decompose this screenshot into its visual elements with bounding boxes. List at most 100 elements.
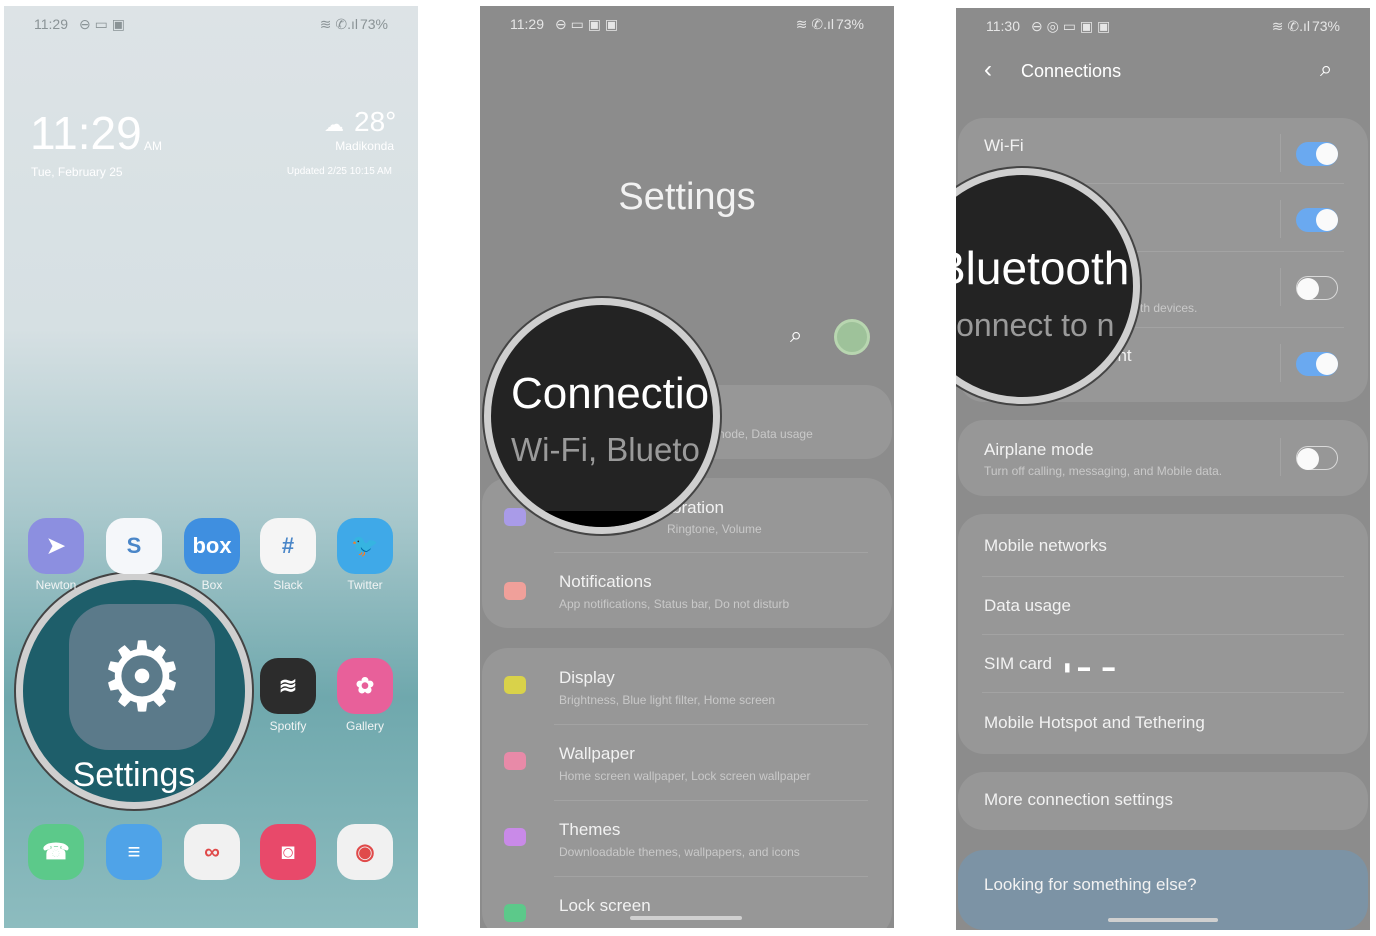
signal-icon: ≋ ✆.ıl — [1271, 18, 1310, 34]
app-label: Newton — [35, 578, 77, 592]
app-icon[interactable]: ➤ — [28, 518, 84, 574]
app-label: Slack — [273, 578, 303, 592]
divider — [554, 724, 868, 725]
app-glyph: S — [126, 533, 142, 558]
airplane-toggle[interactable] — [1296, 446, 1338, 470]
sim-icons: ▮ ▬ ▬ — [1064, 660, 1117, 674]
dock-camera-icon[interactable]: ◙ — [260, 824, 316, 880]
app-glyph: ➤ — [46, 533, 66, 558]
list-item[interactable]: Mobile Hotspot and Tethering — [984, 713, 1205, 733]
settings-screen: 11:29 ⊖ ▭ ▣ ▣ ≋ ✆.ıl 73% Settings ⌕ node… — [480, 6, 894, 928]
back-icon[interactable]: ‹ — [984, 56, 992, 84]
list-item[interactable]: Mobile networks — [984, 536, 1107, 556]
signal-icon: ≋ ✆.ıl — [795, 16, 834, 32]
app-label: Spotify — [269, 719, 307, 733]
app-icon[interactable]: # — [260, 518, 316, 574]
magnifier: ⚙ Settings — [16, 573, 252, 809]
divider — [554, 800, 868, 801]
lock-screen-icon — [504, 904, 526, 922]
item-title[interactable]: Themes — [559, 820, 620, 840]
avatar[interactable] — [834, 319, 870, 355]
toggle-switch[interactable] — [1296, 208, 1338, 232]
notifications-icon — [504, 582, 526, 600]
page-title: Connections — [1021, 61, 1122, 81]
magnifier: Connectio Wi-Fi, Blueto — [484, 298, 720, 534]
divider — [554, 876, 868, 877]
app-glyph: # — [281, 533, 295, 558]
connections-subtitle: Wi-Fi, Blueto — [511, 431, 700, 468]
clock-time: 11:29 — [30, 107, 142, 159]
card-display: Display Brightness, Blue light filter, Ho… — [482, 648, 892, 928]
clock-ampm: AM — [144, 139, 162, 153]
app-glyph: box — [192, 533, 232, 558]
app-glyph: ◙ — [281, 839, 295, 864]
bluetooth-subtitle: Connect to n — [956, 307, 1115, 343]
bluetooth-title[interactable]: Bluetooth — [956, 241, 1129, 295]
weather-temp: 28° — [354, 106, 397, 137]
app-icon[interactable]: ✿ — [337, 658, 393, 714]
list-item[interactable]: Data usage — [984, 596, 1071, 616]
toggle-switch[interactable] — [1296, 276, 1338, 300]
app-icon[interactable]: S — [106, 518, 162, 574]
app-icon[interactable]: 🐦 — [337, 518, 393, 574]
divider — [982, 692, 1344, 693]
connections-title[interactable]: Connectio — [511, 369, 709, 419]
page-title: Settings — [618, 176, 756, 218]
item-title: More connection settings — [984, 790, 1173, 809]
cloud-icon: ☁ — [324, 114, 344, 136]
item-title[interactable]: Notifications — [559, 572, 652, 592]
item-subtitle: App notifications, Status bar, Do not di… — [559, 597, 790, 611]
item-title[interactable]: Wallpaper — [559, 744, 635, 764]
dock-chrome-icon[interactable]: ◉ — [337, 824, 393, 880]
more-connection-settings[interactable]: More connection settings — [958, 772, 1368, 830]
dock-app-icon[interactable]: ∞ — [184, 824, 240, 880]
item-subtitle: Brightness, Blue light filter, Home scre… — [559, 693, 776, 707]
dock-phone-icon[interactable]: ☎ — [28, 824, 84, 880]
display-icon — [504, 676, 526, 694]
toggle-switch[interactable] — [1296, 352, 1338, 376]
search-icon[interactable]: ⌕ — [790, 322, 802, 348]
home-indicator — [630, 916, 742, 920]
divider — [554, 552, 868, 553]
divider — [1280, 200, 1281, 238]
divider — [982, 634, 1344, 635]
item-title[interactable]: Wi-Fi — [984, 136, 1024, 156]
airplane-mode-row[interactable]: Airplane mode Turn off calling, messagin… — [958, 420, 1368, 496]
themes-icon — [504, 828, 526, 846]
list-item[interactable]: SIM card — [984, 654, 1052, 674]
item-subtitle: th devices. — [1140, 301, 1198, 315]
weather-location: Madikonda — [335, 139, 394, 153]
app-icon[interactable]: ≋ — [260, 658, 316, 714]
app-glyph: 🐦 — [351, 533, 379, 558]
item-title: Looking for something else? — [984, 875, 1197, 894]
app-label: Twitter — [347, 578, 383, 592]
app-icon[interactable]: box — [184, 518, 240, 574]
wallpaper-icon — [504, 752, 526, 770]
status-time: 11:29 — [510, 16, 544, 32]
status-time: 11:29 — [34, 16, 68, 32]
app-glyph: ≋ — [278, 673, 298, 698]
app-glyph: ◉ — [355, 839, 375, 864]
item-subtitle: Home screen wallpaper, Lock screen wallp… — [559, 769, 811, 783]
divider — [1280, 438, 1281, 476]
signal-icon: ≋ ✆.ıl — [319, 16, 358, 32]
connections-screen: 11:30 ⊖ ◎ ▭ ▣ ▣ ≋ ✆.ıl 73% ‹ Connections… — [956, 8, 1370, 930]
settings-app-icon[interactable]: ⚙ — [69, 604, 215, 750]
clock-date: Tue, February 25 — [31, 165, 123, 179]
item-subtitle: node, Data usage — [718, 427, 813, 441]
divider — [1280, 268, 1281, 306]
dnd-icon: ⊖ ▭ ▣ — [79, 16, 125, 32]
item-title[interactable]: Lock screen — [559, 896, 651, 916]
app-glyph: ✿ — [355, 673, 375, 698]
battery-level: 73% — [1311, 18, 1340, 34]
item-title[interactable]: Display — [559, 668, 615, 688]
notification-icons: ⊖ ▭ ▣ ▣ — [555, 16, 619, 32]
settings-app-label: Settings — [72, 756, 196, 794]
search-icon[interactable]: ⌕ — [1320, 56, 1332, 82]
battery-level: 73% — [835, 16, 864, 32]
toggle-switch[interactable] — [1296, 142, 1338, 166]
dock-notes-icon[interactable]: ≡ — [106, 824, 162, 880]
item-subtitle: Turn off calling, messaging, and Mobile … — [984, 464, 1223, 478]
divider — [982, 576, 1344, 577]
home-screen: 11:29 ⊖ ▭ ▣ ≋ ✆.ıl 73% 11:29 AM Tue, Feb… — [4, 6, 418, 928]
